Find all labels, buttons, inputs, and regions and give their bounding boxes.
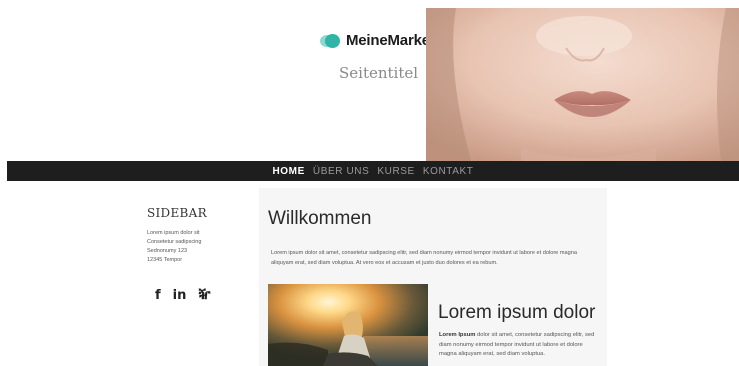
nav-item-home[interactable]: HOME	[272, 166, 304, 177]
site-header: MeineMarke Seitentitel	[0, 0, 739, 161]
column-text: Lorem Ipsum dolor sit amet, consetetur s…	[439, 331, 595, 360]
address-line: Consetetur sadipscing	[147, 239, 202, 245]
column-text-bold: Lorem Ipsum	[439, 332, 476, 338]
sidebar-title: SIDEBAR	[147, 206, 207, 220]
page-title: Willkommen	[268, 208, 372, 229]
address-line: 12345 Tempor	[147, 257, 183, 263]
brand-name: MeineMarke	[346, 32, 430, 49]
bubble-logo-icon	[320, 33, 342, 49]
nav-item-ueber-uns[interactable]: ÜBER UNS	[313, 166, 369, 177]
nav-item-kontakt[interactable]: KONTAKT	[423, 166, 474, 177]
address-line: Sednonumy 123	[147, 248, 188, 254]
sunset-photo	[268, 284, 428, 366]
main-content: Willkommen Lorem ipsum dolor sit amet, c…	[259, 188, 607, 366]
sidebar: SIDEBAR Lorem ipsum dolor sit Consetetur…	[147, 206, 247, 304]
nav-item-kurse[interactable]: KURSE	[377, 166, 414, 177]
sidebar-address: Lorem ipsum dolor sit Consetetur sadipsc…	[147, 229, 247, 265]
linkedin-icon[interactable]: in	[173, 288, 187, 303]
xing-icon[interactable]: ⶵ	[198, 287, 210, 304]
hero-image	[426, 8, 739, 161]
address-line: Lorem ipsum dolor sit	[147, 230, 200, 236]
main-nav: HOME ÜBER UNS KURSE KONTAKT	[7, 161, 739, 181]
intro-text: Lorem ipsum dolor sit amet, consetetur s…	[271, 250, 577, 266]
column-title: Lorem ipsum dolor	[438, 302, 596, 323]
social-links: f in ⶵ	[155, 287, 247, 304]
facebook-icon[interactable]: f	[155, 288, 161, 303]
brand[interactable]: MeineMarke	[320, 32, 430, 49]
site-title: Seitentitel	[339, 64, 419, 82]
